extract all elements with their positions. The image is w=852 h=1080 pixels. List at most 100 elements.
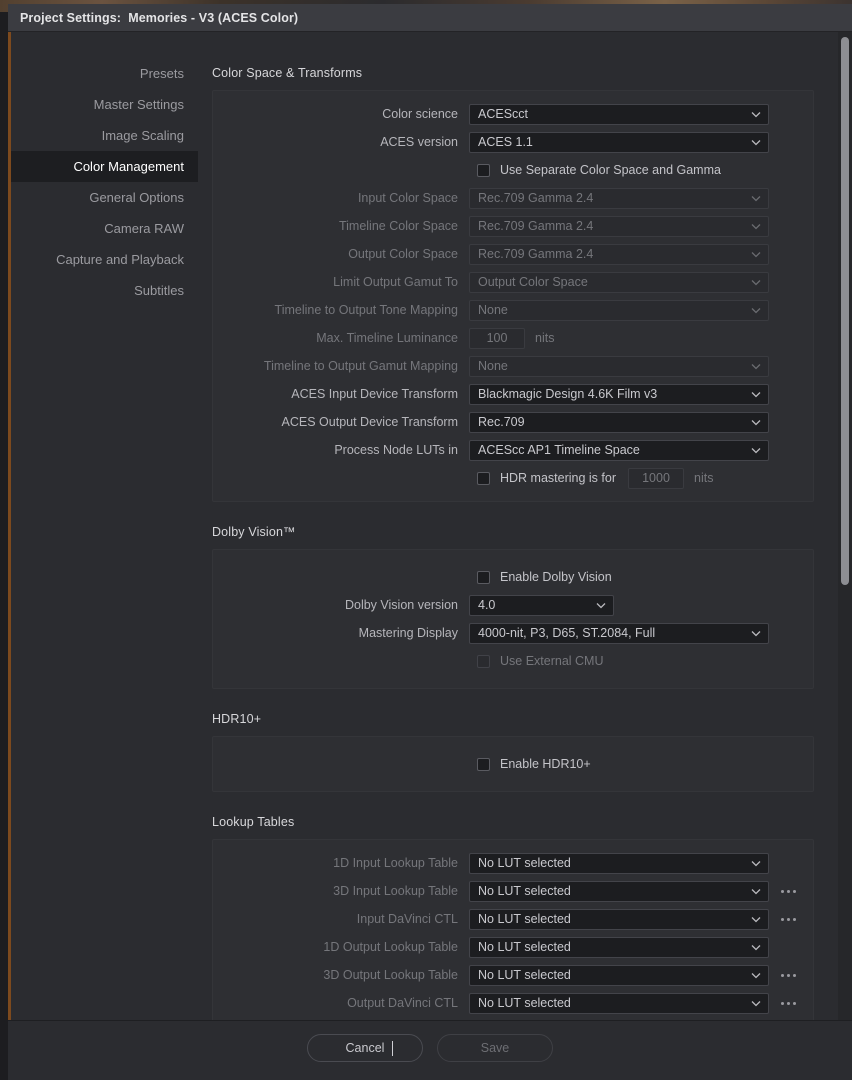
dropdown-3d-output-lookup-table[interactable]: No LUT selected (469, 964, 769, 986)
checkbox-use-external-cmu (477, 654, 490, 668)
dropdown-output-color-space: Rec.709 Gamma 2.4 (469, 243, 769, 265)
chevron-down-icon (750, 251, 762, 258)
sidebar-item-label: Subtitles (134, 283, 184, 298)
label-input-davinci-ctl: Input DaVinci CTL (356, 912, 458, 926)
sidebar-item-subtitles[interactable]: Subtitles (11, 275, 198, 306)
input-hdr-mastering-nits: 1000 (628, 467, 684, 489)
checkbox-enable-dolby-vision[interactable] (477, 570, 490, 584)
checkbox-hdr-mastering[interactable] (477, 471, 490, 485)
row-color-science: Color science ACEScct (213, 100, 813, 128)
content-scrollbar-thumb[interactable] (841, 37, 849, 585)
dropdown-value: No LUT selected (478, 884, 571, 898)
label-limit-output-gamut: Limit Output Gamut To (333, 275, 458, 289)
save-button[interactable]: Save (437, 1033, 553, 1062)
dropdown-value: ACES 1.1 (478, 135, 533, 149)
dropdown-aces-input-device-transform[interactable]: Blackmagic Design 4.6K Film v3 (469, 383, 769, 405)
input-value: 100 (486, 331, 508, 345)
content-scrollbar-track[interactable] (838, 32, 852, 1020)
chevron-down-icon (750, 630, 762, 637)
sidebar-item-capture-and-playback[interactable]: Capture and Playback (11, 244, 198, 275)
dropdown-color-science[interactable]: ACEScct (469, 103, 769, 125)
browse-button-input-davinci-ctl[interactable] (781, 917, 796, 921)
chevron-down-icon (750, 307, 762, 314)
label-aces-output-device-transform: ACES Output Device Transform (281, 415, 458, 429)
dialog-footer: Cancel Save (8, 1020, 852, 1080)
sidebar-item-image-scaling[interactable]: Image Scaling (11, 120, 198, 151)
dialog-title-prefix: Project Settings: (20, 10, 122, 25)
label-output-color-space: Output Color Space (348, 247, 458, 261)
label-use-separate-color-space: Use Separate Color Space and Gamma (500, 163, 721, 177)
dropdown-output-davinci-ctl[interactable]: No LUT selected (469, 992, 769, 1014)
dropdown-input-davinci-ctl[interactable]: No LUT selected (469, 908, 769, 930)
dropdown-value: Blackmagic Design 4.6K Film v3 (478, 387, 658, 401)
label-enable-hdr10plus: Enable HDR10+ (500, 757, 591, 771)
label-3d-input-lookup-table: 3D Input Lookup Table (333, 884, 458, 898)
panel-dolby-vision: Enable Dolby Vision Dolby Vision version… (212, 549, 814, 689)
section-title-dolby-vision: Dolby Vision™ (212, 525, 296, 539)
chevron-down-icon (750, 944, 762, 951)
browse-button-3d-input-lookup-table[interactable] (781, 889, 796, 893)
sidebar-item-master-settings[interactable]: Master Settings (11, 89, 198, 120)
label-color-science: Color science (382, 107, 458, 121)
section-title-color-space: Color Space & Transforms (212, 66, 363, 80)
dropdown-timeline-color-space: Rec.709 Gamma 2.4 (469, 215, 769, 237)
chevron-down-icon (750, 111, 762, 118)
label-hdr-mastering: HDR mastering is for (500, 471, 616, 485)
dropdown-process-node-luts[interactable]: ACEScc AP1 Timeline Space (469, 439, 769, 461)
dropdown-value: Rec.709 Gamma 2.4 (478, 191, 594, 205)
label-timeline-color-space: Timeline Color Space (338, 219, 458, 233)
row-output-davinci-ctl: Output DaVinci CTL No LUT selected (213, 989, 813, 1017)
dropdown-value: ACEScc AP1 Timeline Space (478, 443, 640, 457)
dropdown-value: Output Color Space (478, 275, 588, 289)
chevron-down-icon (750, 447, 762, 454)
settings-content: Color Space & Transforms Color science A… (198, 32, 838, 1020)
dropdown-value: No LUT selected (478, 912, 571, 926)
dialog-titlebar[interactable]: Project Settings: Memories - V3 (ACES Co… (8, 4, 852, 32)
row-mastering-display: Mastering Display 4000-nit, P3, D65, ST.… (213, 619, 813, 647)
row-dolby-vision-version: Dolby Vision version 4.0 (213, 591, 813, 619)
settings-content-wrapper: Color Space & Transforms Color science A… (198, 32, 852, 1020)
dialog-body: Presets Master Settings Image Scaling Co… (8, 32, 852, 1020)
dropdown-value: 4000-nit, P3, D65, ST.2084, Full (478, 626, 656, 640)
dropdown-3d-input-lookup-table[interactable]: No LUT selected (469, 880, 769, 902)
checkbox-use-separate-color-space[interactable] (477, 163, 490, 177)
browse-button-3d-output-lookup-table[interactable] (781, 973, 796, 977)
row-tone-mapping: Timeline to Output Tone Mapping None (213, 296, 813, 324)
sidebar-item-presets[interactable]: Presets (11, 58, 198, 89)
chevron-down-icon (750, 279, 762, 286)
settings-sidebar: Presets Master Settings Image Scaling Co… (8, 32, 198, 1020)
dropdown-1d-input-lookup-table[interactable]: No LUT selected (469, 852, 769, 874)
sidebar-item-label: Color Management (73, 159, 184, 174)
section-title-hdr10plus: HDR10+ (212, 712, 262, 726)
dropdown-value: 4.0 (478, 598, 496, 612)
dropdown-1d-output-lookup-table[interactable]: No LUT selected (469, 936, 769, 958)
chevron-down-icon (750, 391, 762, 398)
label-input-color-space: Input Color Space (357, 191, 458, 205)
dropdown-aces-version[interactable]: ACES 1.1 (469, 131, 769, 153)
label-3d-output-lookup-table: 3D Output Lookup Table (323, 968, 458, 982)
sidebar-item-general-options[interactable]: General Options (11, 182, 198, 213)
row-aces-input-device-transform: ACES Input Device Transform Blackmagic D… (213, 380, 813, 408)
panel-hdr10plus: Enable HDR10+ (212, 736, 814, 792)
label-use-external-cmu: Use External CMU (500, 654, 604, 668)
checkbox-enable-hdr10plus[interactable] (477, 757, 490, 771)
dropdown-input-color-space: Rec.709 Gamma 2.4 (469, 187, 769, 209)
row-1d-input-lookup-table: 1D Input Lookup Table No LUT selected (213, 849, 813, 877)
chevron-down-icon (750, 888, 762, 895)
row-1d-video-monitor-lookup-table: 1D Video Monitor Lookup Table No LUT sel… (213, 1017, 813, 1020)
dialog-title-project: Memories - V3 (ACES Color) (128, 10, 299, 25)
chevron-down-icon (750, 363, 762, 370)
row-3d-output-lookup-table: 3D Output Lookup Table No LUT selected (213, 961, 813, 989)
label-aces-input-device-transform: ACES Input Device Transform (291, 387, 458, 401)
label-gamut-mapping: Timeline to Output Gamut Mapping (263, 359, 458, 373)
cancel-button[interactable]: Cancel (307, 1033, 423, 1062)
sidebar-item-camera-raw[interactable]: Camera RAW (11, 213, 198, 244)
dropdown-value: None (478, 359, 508, 373)
dropdown-aces-output-device-transform[interactable]: Rec.709 (469, 411, 769, 433)
sidebar-item-color-management[interactable]: Color Management (11, 151, 198, 182)
browse-button-output-davinci-ctl[interactable] (781, 1001, 796, 1005)
section-title-lookup-tables: Lookup Tables (212, 815, 295, 829)
sidebar-item-label: Master Settings (93, 97, 184, 112)
dropdown-dolby-vision-version[interactable]: 4.0 (469, 594, 614, 616)
dropdown-mastering-display[interactable]: 4000-nit, P3, D65, ST.2084, Full (469, 622, 769, 644)
